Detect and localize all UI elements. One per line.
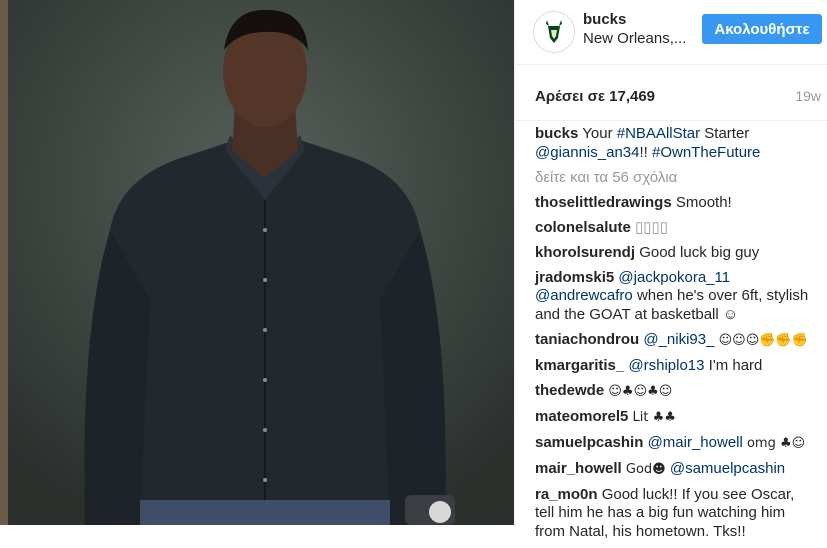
comment-text: Lit ♣♣	[632, 409, 676, 425]
post-photo[interactable]	[0, 0, 514, 525]
comment-username[interactable]: mateomorel5	[535, 408, 628, 425]
list-item: colonelsalute ▯▯▯▯	[535, 219, 817, 238]
post-time[interactable]: 19w	[795, 88, 821, 104]
mention-link[interactable]: @_niki93_	[643, 331, 714, 348]
comment-username[interactable]: colonelsalute	[535, 219, 631, 236]
list-item: ra_mo0n Good luck!! If you see Oscar, te…	[535, 486, 817, 542]
hashtag-link[interactable]: #OwnTheFuture	[652, 144, 760, 161]
comment-username[interactable]: bucks	[535, 125, 578, 142]
caption-text: Starter	[700, 125, 750, 142]
comment-text: Smooth!	[675, 193, 732, 211]
caption: bucks Your #NBAAllStar Starter @giannis_…	[535, 125, 817, 162]
likes-row: Αρέσει σε 17,469 19w	[515, 64, 827, 121]
post-header: bucks New Orleans,... Ακολουθήστε	[515, 0, 827, 65]
mention-link[interactable]: @giannis_an34	[535, 144, 639, 161]
comment-username[interactable]: taniachondrou	[535, 331, 639, 348]
comment-text: Good luck big guy	[639, 243, 760, 261]
post-location[interactable]: New Orleans,...	[583, 30, 686, 47]
comment-username[interactable]: mair_howell	[535, 460, 622, 477]
list-item: thedewde ☺♣☺♣☺	[535, 382, 817, 402]
mention-link[interactable]: @rshiplo13	[628, 357, 704, 374]
comment-username[interactable]: kmargaritis_	[535, 357, 624, 374]
follow-button[interactable]: Ακολουθήστε	[702, 14, 822, 44]
mention-link[interactable]: @samuelpcashin	[670, 460, 785, 477]
comment-text: ☺☺☺✊✊✊	[714, 332, 808, 348]
mention-link[interactable]: @andrewcafro	[535, 287, 633, 304]
mention-link[interactable]: @jackpokora_11	[618, 269, 730, 286]
list-item: mateomorel5 Lit ♣♣	[535, 408, 817, 428]
list-item: taniachondrou @_niki93_ ☺☺☺✊✊✊	[535, 331, 817, 351]
comment-text: ▯▯▯▯	[635, 218, 669, 236]
hashtag-link[interactable]: #NBAAllStar	[617, 125, 700, 142]
list-item: khorolsurendj Good luck big guy	[535, 244, 817, 263]
list-item: samuelpcashin @mair_howell omg ♣☺	[535, 434, 817, 454]
mention-link[interactable]: @mair_howell	[648, 434, 743, 451]
list-item: mair_howell God☻ @samuelpcashin	[535, 460, 817, 480]
post-username[interactable]: bucks	[583, 11, 626, 28]
comment-list: bucks Your #NBAAllStar Starter @giannis_…	[535, 125, 817, 548]
comment-username[interactable]: khorolsurendj	[535, 244, 635, 261]
bucks-deer-logo-icon[interactable]	[533, 11, 575, 53]
comment-username[interactable]: ra_mo0n	[535, 486, 598, 503]
view-all-comments-link[interactable]: δείτε και τα 56 σχόλια	[535, 169, 817, 188]
comment-text: ☺♣☺♣☺	[608, 383, 673, 399]
caption-text: Your	[582, 125, 617, 142]
comment-text: God☻	[625, 461, 670, 477]
comment-username[interactable]: thedewde	[535, 382, 604, 399]
caption-text: !!	[639, 143, 652, 161]
likes-count[interactable]: Αρέσει σε 17,469	[535, 88, 655, 105]
comment-username[interactable]: thoselittledrawings	[535, 194, 672, 211]
comment-username[interactable]: jradomski5	[535, 269, 614, 286]
list-item: kmargaritis_ @rshiplo13 I'm hard	[535, 357, 817, 376]
list-item: thoselittledrawings Smooth!	[535, 194, 817, 213]
comment-text: omg ♣☺	[742, 435, 806, 451]
post-side-panel: bucks New Orleans,... Ακολουθήστε Αρέσει…	[514, 0, 827, 540]
comment-username[interactable]: samuelpcashin	[535, 434, 643, 451]
comment-text: I'm hard	[704, 356, 763, 374]
list-item: jradomski5 @jackpokora_11 @andrewcafro w…	[535, 269, 817, 325]
